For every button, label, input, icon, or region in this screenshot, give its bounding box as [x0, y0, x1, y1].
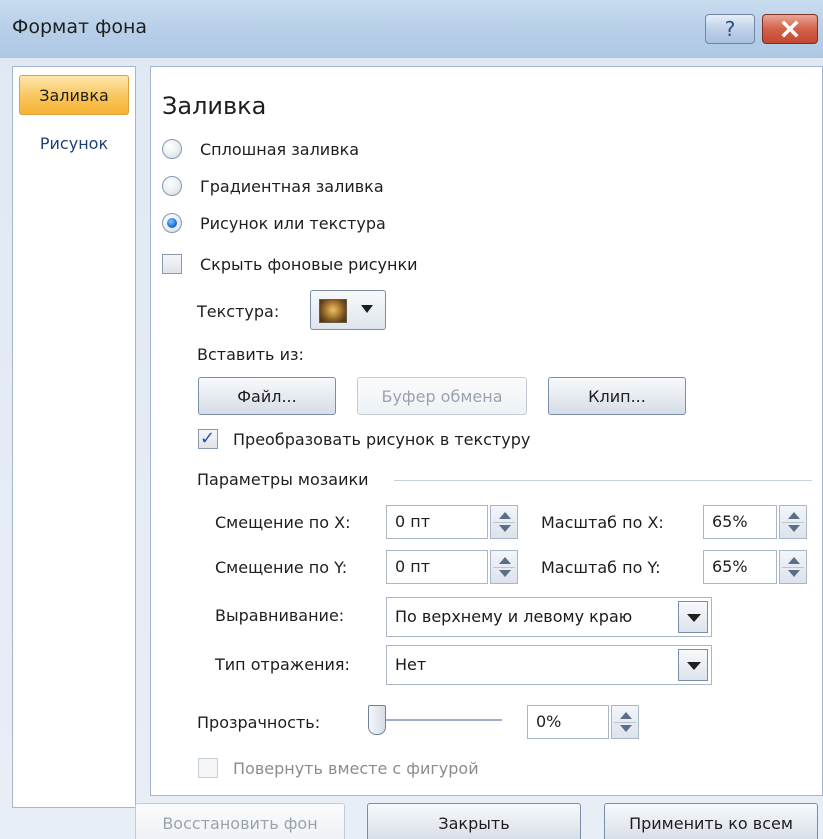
texture-dropdown[interactable]	[310, 290, 386, 330]
nav-item-picture-label: Рисунок	[39, 133, 109, 153]
solid-fill-label[interactable]: Сплошная заливка	[200, 140, 359, 159]
scale-x-label: Масштаб по X:	[541, 513, 664, 532]
spin-up-icon	[788, 512, 800, 519]
rotate-with-shape-checkbox[interactable]	[198, 758, 218, 778]
insert-file-button[interactable]: Файл...	[198, 377, 336, 415]
convert-to-texture-label[interactable]: Преобразовать рисунок в текстуру	[233, 430, 530, 449]
insert-clipboard-label: Буфер обмена	[381, 386, 503, 406]
nav-item-picture[interactable]: Рисунок	[19, 123, 129, 163]
nav-item-fill[interactable]: Заливка	[19, 75, 129, 115]
scale-y-spinner[interactable]	[779, 550, 807, 584]
category-nav: Заливка Рисунок	[12, 66, 136, 808]
scale-y-label: Масштаб по Y:	[541, 558, 661, 577]
hide-background-label[interactable]: Скрыть фоновые рисунки	[200, 255, 418, 274]
spin-up-icon	[788, 557, 800, 564]
panel-heading: Заливка	[162, 92, 267, 120]
offset-x-spinner[interactable]	[490, 505, 518, 539]
picture-texture-fill-label[interactable]: Рисунок или текстура	[200, 214, 386, 233]
gradient-fill-label[interactable]: Градиентная заливка	[200, 177, 384, 196]
texture-label: Текстура:	[197, 302, 280, 321]
help-button[interactable]: ?	[705, 14, 755, 44]
checkmark-icon: ✓	[200, 428, 216, 449]
mirror-type-label: Тип отражения:	[215, 655, 350, 674]
spin-up-icon	[499, 557, 511, 564]
alignment-value: По верхнему и левому краю	[395, 607, 633, 626]
transparency-spinner[interactable]	[611, 705, 639, 739]
chevron-down-icon	[361, 305, 373, 313]
format-background-dialog: Формат фона ? Заливка Рисунок Заливка Сп…	[0, 0, 823, 839]
rotate-with-shape-label[interactable]: Повернуть вместе с фигурой	[233, 759, 479, 778]
spin-up-icon	[499, 512, 511, 519]
spin-down-icon	[499, 525, 511, 532]
reset-background-button[interactable]: Восстановить фон	[135, 803, 345, 839]
spin-down-icon	[788, 570, 800, 577]
nav-item-fill-label: Заливка	[39, 85, 109, 105]
group-divider	[394, 480, 812, 481]
insert-clip-button[interactable]: Клип...	[548, 377, 686, 415]
chevron-down-icon[interactable]	[678, 601, 708, 633]
transparency-input[interactable]: 0%	[527, 705, 609, 739]
picture-texture-fill-radio[interactable]	[162, 213, 182, 233]
help-icon: ?	[724, 17, 736, 41]
mirror-type-value: Нет	[395, 655, 427, 674]
mirror-type-select[interactable]: Нет	[386, 645, 712, 685]
apply-to-all-button[interactable]: Применить ко всем	[604, 803, 818, 839]
scale-x-input[interactable]: 65%	[703, 505, 777, 539]
close-label: Закрыть	[438, 813, 510, 833]
offset-y-input[interactable]: 0 пт	[386, 550, 488, 584]
scale-y-input[interactable]: 65%	[703, 550, 777, 584]
spin-down-icon	[620, 725, 632, 732]
scale-x-spinner[interactable]	[779, 505, 807, 539]
insert-clipboard-button[interactable]: Буфер обмена	[357, 377, 527, 415]
alignment-select[interactable]: По верхнему и левому краю	[386, 597, 712, 637]
offset-y-spinner[interactable]	[490, 550, 518, 584]
spin-down-icon	[788, 525, 800, 532]
close-icon	[781, 20, 799, 38]
reset-background-label: Восстановить фон	[162, 813, 318, 833]
insert-clip-label: Клип...	[588, 386, 646, 406]
close-window-button[interactable]	[762, 14, 818, 44]
texture-swatch-icon	[319, 299, 347, 323]
convert-to-texture-checkbox[interactable]: ✓	[198, 428, 218, 449]
insert-file-label: Файл...	[237, 386, 297, 406]
offset-y-label: Смещение по Y:	[215, 558, 348, 577]
alignment-label: Выравнивание:	[215, 606, 345, 625]
insert-from-label: Вставить из:	[197, 345, 304, 364]
offset-x-label: Смещение по X:	[215, 513, 351, 532]
gradient-fill-radio[interactable]	[162, 176, 182, 196]
chevron-down-icon[interactable]	[678, 649, 708, 681]
spin-down-icon	[499, 570, 511, 577]
tiling-group-label: Параметры мозаики	[197, 470, 369, 489]
title-bar[interactable]: Формат фона ?	[0, 0, 823, 58]
apply-to-all-label: Применить ко всем	[629, 813, 793, 833]
offset-x-input[interactable]: 0 пт	[386, 505, 488, 539]
window-title: Формат фона	[12, 16, 148, 38]
transparency-slider-thumb[interactable]	[368, 705, 386, 735]
hide-background-checkbox[interactable]	[162, 254, 182, 274]
solid-fill-radio[interactable]	[162, 139, 182, 159]
spin-up-icon	[620, 712, 632, 719]
transparency-slider-track[interactable]	[372, 719, 502, 721]
transparency-label: Прозрачность:	[197, 713, 321, 732]
close-button[interactable]: Закрыть	[367, 803, 581, 839]
